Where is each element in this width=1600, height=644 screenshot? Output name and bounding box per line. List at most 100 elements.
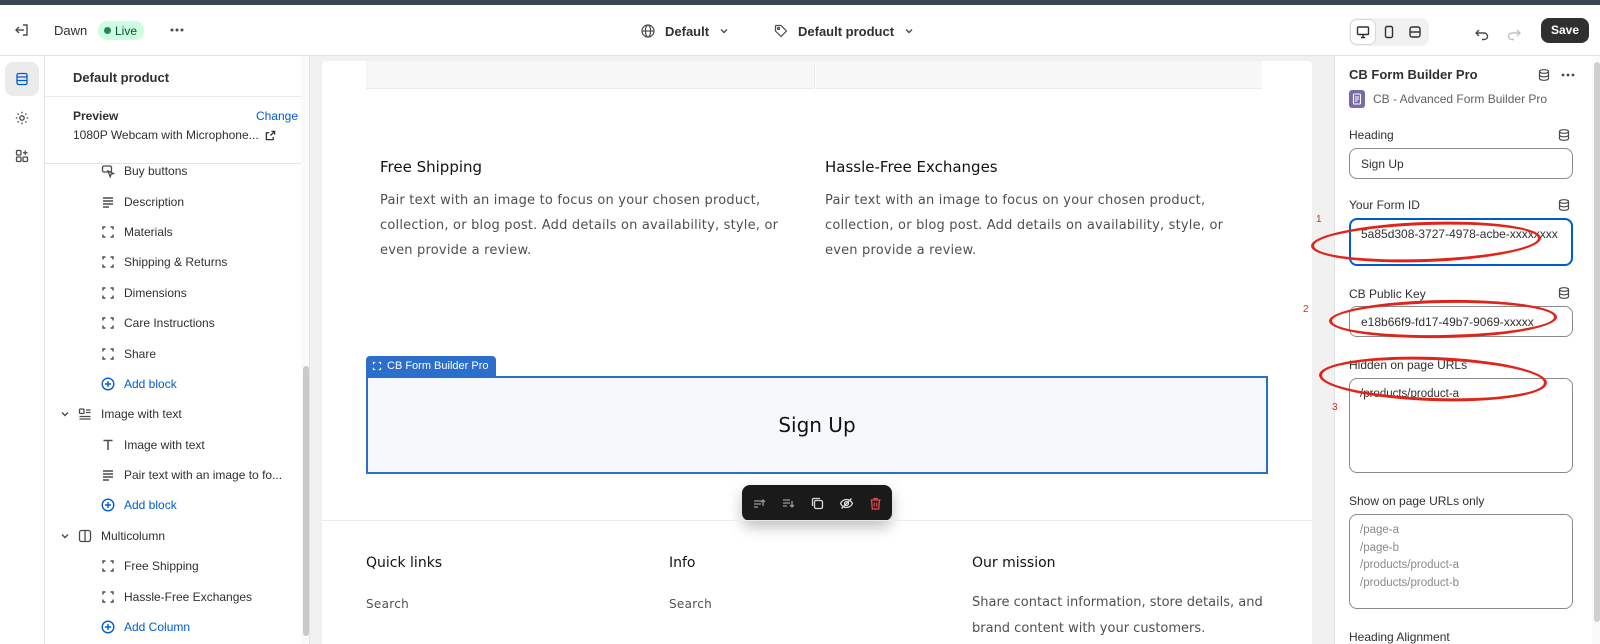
footer-search-link[interactable]: Search [669, 597, 712, 611]
chevron-down-icon[interactable] [59, 408, 71, 420]
preview-product[interactable]: 1080P Webcam with Microphone... [73, 128, 276, 142]
add-block-label: Add block [124, 498, 177, 513]
save-button[interactable]: Save [1541, 18, 1590, 43]
fullscreen-view-icon[interactable] [1403, 20, 1427, 44]
placeholder-line: /page-a [1360, 524, 1400, 536]
placeholder-line: /products/product-b [1360, 576, 1460, 589]
footer-mission-title: Our mission [972, 555, 1056, 571]
mobile-view-icon[interactable] [1377, 20, 1401, 44]
dashed-block-icon [372, 361, 382, 371]
more-actions-icon[interactable] [168, 22, 186, 38]
block-label: Pair text with an image to fo... [124, 468, 283, 483]
database-icon[interactable] [1557, 128, 1571, 142]
annotation-number: 3 [1332, 402, 1338, 413]
chevron-down-icon[interactable] [59, 530, 71, 542]
section-tree: Buy buttons Description Materials Shippi… [45, 156, 300, 642]
more-actions-icon[interactable] [1560, 68, 1576, 82]
section-image-with-text[interactable]: Image with text [45, 399, 300, 429]
section-multicolumn[interactable]: Multicolumn [45, 521, 300, 551]
image-text-icon [77, 406, 93, 422]
heading-alignment-label: Heading Alignment [1349, 630, 1450, 644]
heading-label: Heading [1349, 128, 1394, 142]
database-icon[interactable] [1557, 198, 1571, 212]
settings-gear-icon[interactable] [5, 101, 39, 135]
block-hassle-free-exchanges[interactable]: Hassle-Free Exchanges [45, 581, 300, 611]
live-badge-label: Live [115, 23, 138, 38]
block-share[interactable]: Share [45, 338, 300, 368]
footer-mission-text: Share contact information, store details… [972, 595, 1263, 636]
template-selector-label: Default product [798, 23, 895, 39]
form-builder-block[interactable]: Sign Up [366, 376, 1268, 474]
text-lines-icon [100, 194, 116, 210]
column-title: Free Shipping [380, 158, 483, 176]
dashed-block-icon [100, 346, 116, 362]
desktop-view-icon[interactable] [1351, 20, 1375, 44]
dashed-block-icon [100, 589, 116, 605]
footer-info-title: Info [669, 555, 696, 571]
form-id-input[interactable]: 5a85d308-3727-4978-acbe-xxxxxxxx [1349, 218, 1573, 266]
block-label: Share [124, 346, 157, 361]
move-down-icon[interactable] [780, 495, 797, 512]
exit-icon[interactable] [14, 22, 30, 38]
placeholder-line: /products/product-a [1360, 559, 1460, 571]
preview-label: Preview [73, 109, 119, 123]
dashed-block-icon [100, 285, 116, 301]
hidden-urls-textarea[interactable]: /products/product-a [1349, 378, 1573, 473]
column-text: Pair text with an image to focus on your… [380, 193, 779, 258]
app-name: CB - Advanced Form Builder Pro [1373, 92, 1548, 106]
locale-selector[interactable]: Default [640, 20, 730, 42]
block-label: Materials [124, 224, 173, 239]
panel-scrollbar-thumb[interactable] [1594, 62, 1600, 622]
panel-scrollbar[interactable] [1592, 56, 1600, 644]
block-dimensions[interactable]: Dimensions [45, 278, 300, 308]
block-image-with-text-body[interactable]: Pair text with an image to fo... [45, 460, 300, 490]
apps-icon[interactable] [5, 139, 39, 173]
cursor-click-icon [100, 163, 116, 179]
duplicate-icon[interactable] [809, 495, 826, 512]
block-materials[interactable]: Materials [45, 217, 300, 247]
add-block-button[interactable]: Add block [45, 369, 300, 399]
add-column-button[interactable]: Add Column [45, 612, 300, 642]
template-title: Default product [73, 70, 170, 85]
delete-trash-icon[interactable] [867, 495, 884, 512]
template-selector[interactable]: Default product [773, 20, 915, 42]
block-buy-buttons[interactable]: Buy buttons [45, 156, 300, 186]
sidebar-scrollbar[interactable] [301, 56, 309, 644]
globe-icon [640, 23, 656, 39]
footer-quick-links-title: Quick links [366, 555, 443, 571]
block-toolbar [742, 485, 892, 521]
block-description[interactable]: Description [45, 186, 300, 216]
block-image-with-text-heading[interactable]: Image with text [45, 430, 300, 460]
section-label: Multicolumn [101, 528, 166, 543]
move-up-icon[interactable] [751, 495, 768, 512]
selected-block-tag[interactable]: CB Form Builder Pro [366, 356, 497, 376]
block-care-instructions[interactable]: Care Instructions [45, 308, 300, 338]
database-icon[interactable] [1557, 286, 1571, 300]
public-key-label: CB Public Key [1349, 287, 1426, 301]
sidebar-scrollbar-thumb[interactable] [303, 366, 309, 636]
sections-sidebar: Default product Preview Change 1080P Web… [45, 56, 310, 644]
footer-search-link[interactable]: Search [366, 597, 409, 611]
viewport-switcher [1349, 18, 1429, 46]
undo-icon[interactable] [1474, 26, 1490, 42]
add-block-button[interactable]: Add block [45, 490, 300, 520]
heading-input[interactable]: Sign Up [1349, 148, 1573, 179]
text-lines-icon [100, 467, 116, 483]
sections-icon[interactable] [5, 62, 39, 96]
form-id-label: Your Form ID [1349, 198, 1420, 212]
block-settings-title: CB Form Builder Pro [1349, 67, 1478, 82]
placeholder-line: /page-b [1360, 541, 1400, 554]
public-key-input[interactable]: e18b66f9-fd17-49b7-9069-xxxxx [1349, 306, 1573, 337]
add-column-label: Add Column [124, 620, 191, 635]
hide-eye-icon[interactable] [838, 495, 855, 512]
change-preview-link[interactable]: Change [256, 109, 298, 123]
database-icon[interactable] [1537, 68, 1551, 82]
external-link-icon[interactable] [265, 130, 276, 141]
redo-icon[interactable] [1506, 26, 1522, 42]
show-urls-textarea[interactable]: /page-a /page-b /products/product-a /pro… [1349, 514, 1573, 609]
column-image-placeholder [366, 61, 815, 89]
block-shipping-returns[interactable]: Shipping & Returns [45, 247, 300, 277]
block-free-shipping[interactable]: Free Shipping [45, 551, 300, 581]
app-source: CB - Advanced Form Builder Pro [1349, 90, 1547, 108]
dashed-block-icon [100, 254, 116, 270]
